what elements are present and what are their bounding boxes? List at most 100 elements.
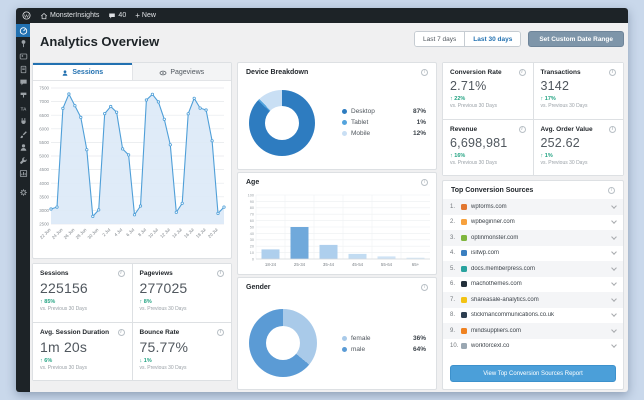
tab-sessions[interactable]: Sessions: [33, 63, 132, 80]
device-donut-chart: [249, 90, 315, 156]
source-rank: 3.: [450, 234, 456, 241]
sidebar-item-tools[interactable]: [16, 154, 30, 167]
stat-value: 1m 20s: [40, 338, 88, 355]
page-title: Analytics Overview: [40, 34, 160, 49]
source-row[interactable]: 1. wpforms.com: [443, 199, 623, 215]
new-menu[interactable]: + New: [135, 11, 156, 20]
source-row[interactable]: 3. optinmonster.com: [443, 230, 623, 246]
sidebar-item-insights[interactable]: [16, 167, 30, 180]
age-title: Age: [246, 179, 260, 186]
svg-text:60: 60: [250, 219, 254, 223]
chevron-down-icon[interactable]: [611, 295, 617, 302]
stat-compare: vs. Previous 30 Days: [40, 306, 87, 312]
chevron-down-icon[interactable]: [611, 264, 617, 271]
info-icon[interactable]: i: [117, 270, 125, 277]
chevron-down-icon[interactable]: [611, 202, 617, 209]
gender-title: Gender: [246, 284, 271, 291]
source-rank: 8.: [450, 312, 456, 319]
svg-text:8 Jul: 8 Jul: [137, 227, 147, 237]
chevron-down-icon[interactable]: [611, 326, 617, 333]
stat-card-conversion-rate: Conversion Rate i 2.71% ↑ 22% vs. Previous 3…: [443, 63, 533, 119]
info-icon[interactable]: i: [421, 69, 428, 76]
chevron-down-icon[interactable]: [611, 233, 617, 240]
source-row[interactable]: 7. shareasale-analytics.com: [443, 292, 623, 308]
view-sources-report-button[interactable]: View Top Conversion Sources Report: [450, 365, 616, 382]
info-icon[interactable]: i: [217, 328, 224, 336]
comment-icon: [109, 12, 116, 19]
last-7-days-button[interactable]: Last 7 days: [415, 32, 465, 46]
legend-dot-icon: [342, 120, 347, 125]
favicon-icon: [461, 327, 467, 334]
svg-text:16 Jul: 16 Jul: [183, 227, 195, 239]
chevron-down-icon[interactable]: [611, 280, 617, 287]
stat-card-avg-session-duration: Avg. Session Duration i 1m 20s ↑ 6% vs. Prev…: [33, 322, 132, 380]
source-row[interactable]: 8. stickmancommunications.co.uk: [443, 308, 623, 324]
source-row[interactable]: 2. wpbeginner.com: [443, 215, 623, 231]
svg-text:20 Jul: 20 Jul: [207, 227, 219, 239]
source-row[interactable]: 6. machothemes.com: [443, 277, 623, 293]
svg-text:7500: 7500: [39, 86, 49, 91]
gender-donut-chart: [249, 309, 317, 377]
info-icon[interactable]: i: [609, 125, 616, 133]
stat-value: 2.71%: [450, 79, 487, 93]
wp-admin-bar: W MonsterInsights 40 + New: [16, 8, 628, 23]
source-row[interactable]: 5. docs.memberpress.com: [443, 261, 623, 277]
stat-title: Avg. Order Value: [540, 125, 593, 133]
source-rank: 9.: [450, 327, 456, 334]
sidebar-item-appearance[interactable]: [16, 89, 30, 102]
sidebar-item-pages[interactable]: [16, 63, 30, 76]
plus-icon: +: [135, 11, 140, 20]
info-icon[interactable]: i: [421, 179, 428, 186]
sidebar-item-comments[interactable]: [16, 76, 30, 89]
info-icon[interactable]: i: [609, 69, 616, 76]
info-icon[interactable]: i: [117, 328, 125, 336]
set-custom-date-range-button[interactable]: Set Custom Date Range: [528, 31, 624, 47]
svg-text:W: W: [24, 13, 29, 19]
chevron-down-icon[interactable]: [611, 249, 617, 256]
legend-item-mobile: Mobile 12%: [342, 128, 426, 139]
sidebar-item-settings[interactable]: [16, 186, 30, 199]
source-row[interactable]: 9. mindsuppliers.com: [443, 323, 623, 339]
wordpress-logo-icon[interactable]: W: [22, 11, 31, 20]
chevron-down-icon[interactable]: [611, 311, 617, 318]
favicon-icon: [461, 281, 467, 288]
info-icon[interactable]: i: [608, 187, 615, 194]
legend-dot-icon: [342, 347, 347, 352]
person-icon: [62, 69, 68, 76]
svg-text:4500: 4500: [39, 167, 49, 172]
source-domain: wpforms.com: [471, 203, 507, 210]
comments-menu[interactable]: 40: [108, 12, 126, 20]
info-icon[interactable]: i: [217, 270, 224, 277]
stat-card-transactions: Transactions i 3142 ↑ 17% vs. Previous 30 Da…: [533, 63, 623, 119]
sidebar-item-dashboard[interactable]: [16, 24, 30, 37]
svg-text:80: 80: [250, 206, 254, 210]
sidebar-item-users[interactable]: [16, 141, 30, 154]
info-icon[interactable]: i: [518, 125, 526, 133]
chevron-down-icon[interactable]: [611, 218, 617, 225]
info-icon[interactable]: i: [518, 69, 526, 76]
site-menu[interactable]: MonsterInsights: [40, 12, 99, 20]
sidebar-item-plugins[interactable]: [16, 115, 30, 128]
device-breakdown-panel: Device Breakdown i Desktop 87% Tablet 1% Mob…: [237, 62, 437, 170]
sidebar-item-typography[interactable]: TA: [16, 102, 30, 115]
chevron-down-icon[interactable]: [611, 342, 617, 349]
source-domain: shareasale-analytics.com: [471, 296, 539, 303]
svg-text:6500: 6500: [39, 113, 49, 118]
info-icon[interactable]: i: [421, 284, 428, 291]
legend-dot-icon: [342, 336, 347, 341]
favicon-icon: [461, 250, 467, 257]
stat-title: Bounce Rate: [139, 328, 180, 336]
favicon-icon: [461, 203, 467, 210]
source-row[interactable]: 10. workforcexl.co: [443, 339, 623, 355]
tab-pageviews[interactable]: Pageviews: [131, 63, 231, 80]
age-bar-chart: 0 10 20 30 40 50 60 70 80 90 100 18-24 25-34 35-44 45-…: [238, 191, 436, 271]
sidebar-item-media[interactable]: [16, 50, 30, 63]
last-30-days-button[interactable]: Last 30 days: [464, 32, 521, 46]
legend-dot-icon: [342, 131, 347, 136]
sidebar-item-posts[interactable]: [16, 37, 30, 50]
source-row[interactable]: 4. isitwp.com: [443, 246, 623, 262]
sidebar-item-customizer[interactable]: [16, 128, 30, 141]
stat-delta: ↑ 85%: [40, 299, 56, 305]
stat-delta: ↓ 1%: [139, 357, 152, 364]
device-legend: Desktop 87% Tablet 1% Mobile 12%: [342, 106, 426, 139]
